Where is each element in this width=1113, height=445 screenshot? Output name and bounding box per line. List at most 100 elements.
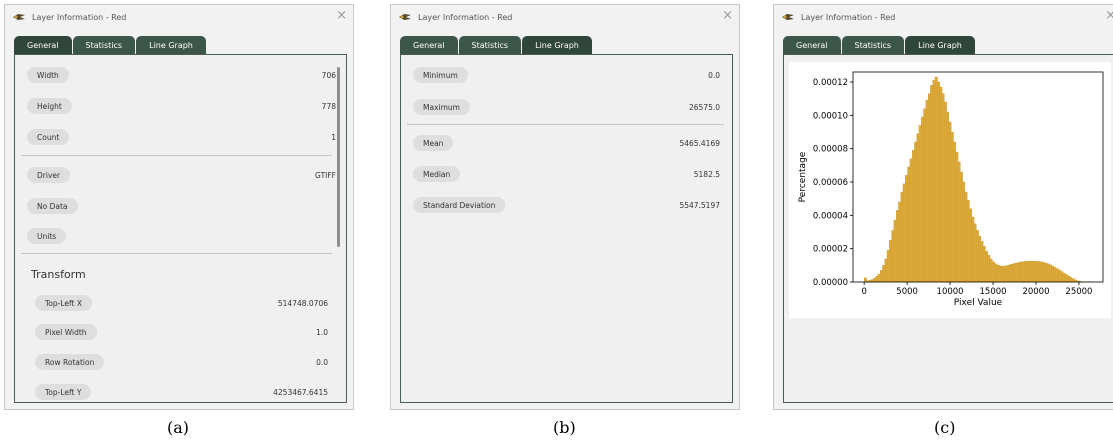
stat-label: Median [413, 166, 461, 182]
field-value: 778 [321, 101, 336, 111]
y-tick-label: 0.00008 [813, 145, 848, 155]
field-label: Width [27, 67, 69, 83]
tab-bar: General Statistics Line Graph [783, 36, 976, 54]
field-label: Row Rotation [35, 354, 105, 370]
row-median: Median 5182.5 [401, 166, 732, 184]
histogram-bars [864, 76, 1093, 283]
x-tick-label: 5000 [896, 287, 918, 297]
line-graph-content: 0 5000 10000 15000 20000 25000 0.00000 0.00002… [783, 54, 1113, 403]
histogram-plot-area: 0 5000 10000 15000 20000 25000 0.00000 0.00002… [789, 62, 1111, 318]
layer-info-window-statistics: Layer Information - Red × General Statis… [390, 4, 740, 410]
field-label: Driver [27, 167, 71, 183]
row-units: Units [15, 228, 346, 246]
field-label: Height [27, 98, 72, 114]
y-tick-label: 0.00000 [813, 278, 848, 288]
title-bar: Layer Information - Red [774, 5, 1113, 29]
title-bar: Layer Information - Red [391, 5, 739, 29]
row-top-left-x: Top-Left X 514748.0706 [15, 295, 346, 313]
stat-label: Standard Deviation [413, 197, 506, 213]
stat-label: Maximum [413, 99, 470, 115]
stat-value: 5182.5 [693, 169, 720, 179]
y-tick-label: 0.00010 [813, 111, 848, 121]
title-bar: Layer Information - Red [5, 5, 353, 29]
scrollbar-thumb[interactable] [337, 67, 340, 247]
stat-value: 5547.5197 [679, 200, 720, 210]
stat-label: Minimum [413, 67, 468, 83]
x-tick-label: 10000 [937, 287, 964, 297]
field-value: 0.0 [316, 357, 328, 367]
y-ticks: 0.00000 0.00002 0.00004 0.00006 0.00008 0.000… [813, 78, 853, 288]
tab-line-graph[interactable]: Line Graph [905, 36, 975, 54]
tab-bar: General Statistics Line Graph [400, 36, 593, 54]
caption-a: (a) [167, 418, 190, 437]
tab-general[interactable]: General [400, 36, 458, 54]
statistics-content: Minimum 0.0 Maximum 26575.0 Mean 5465.41… [400, 54, 733, 403]
window-title: Layer Information - Red [418, 12, 513, 22]
tab-statistics[interactable]: Statistics [458, 36, 522, 54]
row-width: Width 706 [15, 67, 346, 85]
row-height: Height 778 [15, 98, 346, 116]
field-label: No Data [27, 198, 78, 214]
y-tick-label: 0.00004 [813, 211, 848, 221]
x-tick-label: 25000 [1065, 287, 1092, 297]
histogram-chart: 0 5000 10000 15000 20000 25000 0.00000 0.00002… [798, 71, 1104, 308]
transform-section-title: Transform [31, 268, 86, 281]
x-tick-label: 15000 [980, 287, 1007, 297]
field-value: 4253467.6415 [273, 387, 328, 397]
field-label: Pixel Width [35, 324, 97, 340]
tab-bar: General Statistics Line Graph [14, 36, 207, 54]
y-axis-label: Percentage [798, 151, 808, 202]
x-tick-label: 0 [861, 287, 866, 297]
field-value: 1.0 [316, 327, 328, 337]
tab-statistics[interactable]: Statistics [72, 36, 136, 54]
x-ticks: 0 5000 10000 15000 20000 25000 [861, 282, 1092, 297]
y-tick-label: 0.00006 [813, 178, 848, 188]
caption-b: (b) [553, 418, 576, 437]
row-no-data: No Data [15, 198, 346, 216]
row-driver: Driver GTIFF [15, 167, 346, 185]
caption-c: (c) [934, 418, 956, 437]
row-pixel-width: Pixel Width 1.0 [15, 324, 346, 342]
close-icon[interactable]: × [1105, 9, 1113, 23]
stat-label: Mean [413, 135, 454, 151]
y-tick-label: 0.00002 [813, 245, 848, 255]
x-axis-label: Pixel Value [954, 298, 1003, 308]
tab-general[interactable]: General [783, 36, 841, 54]
field-label: Units [27, 228, 67, 244]
field-label: Top-Left Y [35, 384, 92, 400]
layer-info-window-general: Layer Information - Red × General Statis… [4, 4, 354, 410]
stat-value: 26575.0 [688, 102, 720, 112]
field-value: 1 [331, 132, 336, 142]
stat-value: 5465.4169 [679, 138, 720, 148]
field-label: Top-Left X [35, 295, 92, 311]
layer-info-window-line-graph: Layer Information - Red × General Statis… [773, 4, 1113, 410]
row-count: Count 1 [15, 129, 346, 147]
window-title: Layer Information - Red [801, 12, 896, 22]
tab-line-graph[interactable]: Line Graph [522, 36, 592, 54]
row-top-left-y: Top-Left Y 4253467.6415 [15, 384, 346, 402]
row-minimum: Minimum 0.0 [401, 67, 732, 85]
close-icon[interactable]: × [336, 9, 347, 23]
tab-general[interactable]: General [14, 36, 72, 54]
tab-statistics[interactable]: Statistics [841, 36, 905, 54]
y-tick-label: 0.00012 [813, 78, 848, 88]
divider [21, 155, 332, 156]
field-value: GTIFF [315, 170, 336, 180]
window-title: Layer Information - Red [32, 12, 127, 22]
app-logo-icon [399, 14, 411, 20]
divider [21, 253, 332, 254]
app-logo-icon [13, 14, 25, 20]
field-value: 706 [321, 70, 336, 80]
divider [407, 124, 724, 125]
row-mean: Mean 5465.4169 [401, 135, 732, 153]
field-value: 514748.0706 [277, 298, 328, 308]
tab-line-graph[interactable]: Line Graph [136, 36, 206, 54]
field-label: Count [27, 129, 70, 145]
stat-value: 0.0 [708, 70, 720, 80]
app-logo-icon [782, 14, 794, 20]
row-maximum: Maximum 26575.0 [401, 99, 732, 117]
close-icon[interactable]: × [722, 9, 733, 23]
x-tick-label: 20000 [1022, 287, 1049, 297]
row-row-rotation: Row Rotation 0.0 [15, 354, 346, 372]
general-content: Width 706 Height 778 Count 1 Driver GTIF… [14, 54, 347, 403]
